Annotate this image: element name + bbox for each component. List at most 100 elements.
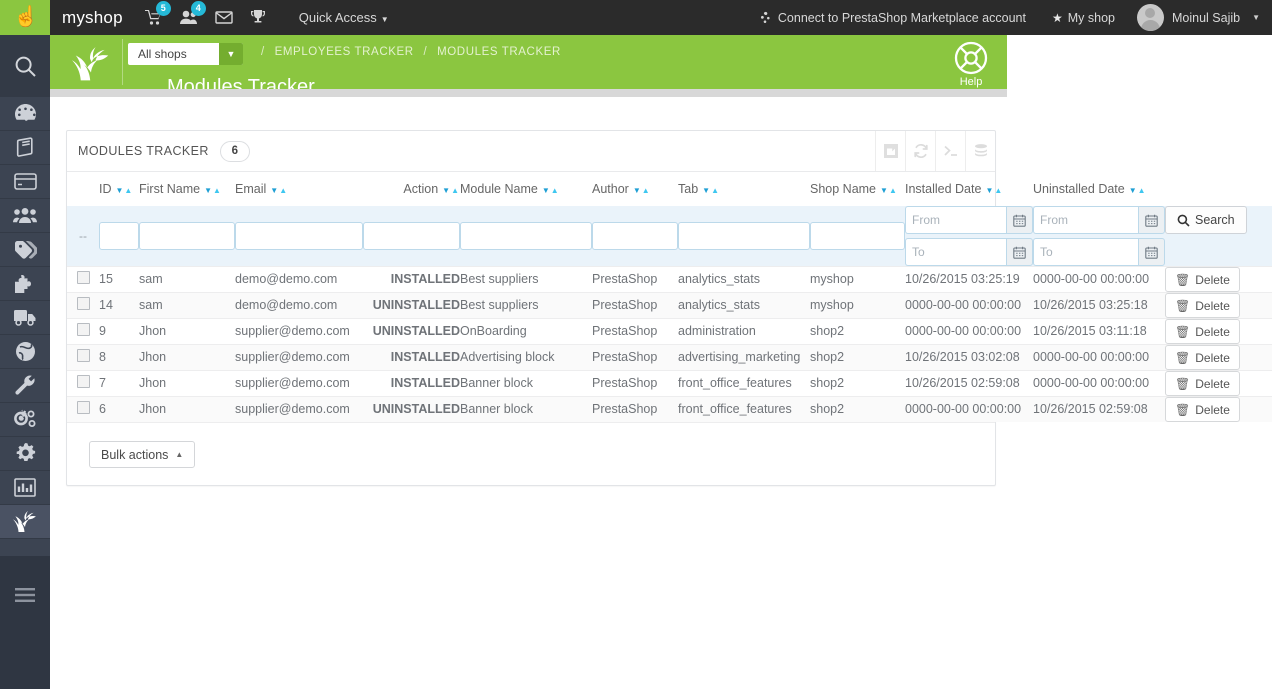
- filter-author-input[interactable]: [592, 222, 678, 250]
- row-checkbox[interactable]: [76, 374, 90, 388]
- table-row[interactable]: 7 Jhon supplier@demo.com INSTALLED Banne…: [67, 370, 1272, 397]
- sort-arrows-icon[interactable]: ▼▲: [204, 186, 222, 195]
- filter-uninstalled-to-input[interactable]: [1033, 238, 1138, 266]
- chevron-down-icon[interactable]: ▼: [219, 43, 243, 65]
- sidebar-item-shipping[interactable]: [0, 301, 50, 335]
- sidebar-search-button[interactable]: [0, 35, 50, 97]
- delete-button[interactable]: 🗑 Delete: [1165, 397, 1240, 422]
- delete-button-label: Delete: [1195, 376, 1230, 391]
- filter-action-input[interactable]: [363, 222, 460, 250]
- quick-access-menu[interactable]: Quick Access ▼: [299, 10, 389, 25]
- modules-tracker-panel: MODULES TRACKER 6 ID ▼▲ First Name ▼▲ Em…: [66, 130, 1272, 486]
- sidebar-item-customers[interactable]: [0, 199, 50, 233]
- table-row[interactable]: 6 Jhon supplier@demo.com UNINSTALLED Ban…: [67, 396, 1272, 422]
- panel-header: MODULES TRACKER 6: [67, 131, 995, 172]
- avatar: [1136, 4, 1164, 31]
- header-module-name[interactable]: Module Name ▼▲: [460, 172, 592, 206]
- filter-shop-name-input[interactable]: [810, 222, 905, 250]
- header-first-name[interactable]: First Name ▼▲: [139, 172, 235, 206]
- delete-button[interactable]: 🗑 Delete: [1165, 371, 1240, 396]
- sort-arrows-icon[interactable]: ▼▲: [542, 186, 560, 195]
- header-installed-date[interactable]: Installed Date ▼▲: [905, 172, 1033, 206]
- calendar-icon[interactable]: [1006, 206, 1033, 234]
- filter-module-name-input[interactable]: [460, 222, 592, 250]
- filter-email-input[interactable]: [235, 222, 363, 250]
- sidebar-item-preferences[interactable]: [0, 369, 50, 403]
- delete-button[interactable]: 🗑 Delete: [1165, 319, 1240, 344]
- filter-first-name-input[interactable]: [139, 222, 235, 250]
- table-row[interactable]: 8 Jhon supplier@demo.com INSTALLED Adver…: [67, 344, 1272, 371]
- help-button[interactable]: Help: [947, 41, 995, 88]
- database-stack-icon[interactable]: [965, 131, 995, 171]
- row-checkbox[interactable]: [76, 270, 90, 284]
- cell-installed-date: 0000-00-00 00:00:00: [905, 298, 1022, 313]
- calendar-icon[interactable]: [1138, 238, 1165, 266]
- bulk-actions-label: Bulk actions: [101, 447, 169, 462]
- cell-first-name: Jhon: [139, 376, 167, 391]
- table-row[interactable]: 9 Jhon supplier@demo.com UNINSTALLED OnB…: [67, 318, 1272, 345]
- calendar-icon[interactable]: [1006, 238, 1033, 266]
- sort-arrows-icon[interactable]: ▼▲: [633, 186, 651, 195]
- sort-arrows-icon[interactable]: ▼▲: [985, 186, 1003, 195]
- marketplace-connect-link[interactable]: Connect to PrestaShop Marketplace accoun…: [759, 11, 1026, 25]
- header-author[interactable]: Author ▼▲: [592, 172, 678, 206]
- export-share-icon[interactable]: [875, 131, 905, 171]
- sort-arrows-icon[interactable]: ▼▲: [702, 186, 720, 195]
- filter-tab-input[interactable]: [678, 222, 810, 250]
- header-id[interactable]: ID ▼▲: [99, 172, 139, 206]
- envelope-icon[interactable]: [215, 11, 233, 24]
- row-checkbox[interactable]: [76, 348, 90, 362]
- trophy-icon[interactable]: [250, 10, 265, 25]
- sidebar-item-orders[interactable]: [0, 165, 50, 199]
- sidebar-item-price-rules[interactable]: [0, 233, 50, 267]
- sidebar-item-administration[interactable]: [0, 437, 50, 471]
- row-checkbox[interactable]: [76, 400, 90, 414]
- sort-arrows-icon[interactable]: ▼▲: [116, 186, 134, 195]
- refresh-icon[interactable]: [905, 131, 935, 171]
- row-checkbox[interactable]: [76, 322, 90, 336]
- shop-name-label[interactable]: myshop: [62, 8, 123, 28]
- cart-badge: 5: [155, 1, 171, 16]
- header-uninstalled-date[interactable]: Uninstalled Date ▼▲: [1033, 172, 1165, 206]
- filter-installed-to-input[interactable]: [905, 238, 1006, 266]
- sort-arrows-icon[interactable]: ▼▲: [270, 186, 288, 195]
- customers-icon[interactable]: 4: [179, 1, 206, 25]
- header-email[interactable]: Email ▼▲: [235, 172, 363, 206]
- sidebar-item-tracker[interactable]: [0, 505, 50, 539]
- delete-button-label: Delete: [1195, 298, 1230, 313]
- star-icon: ★: [1051, 10, 1063, 25]
- row-checkbox[interactable]: [76, 296, 90, 310]
- sidebar-item-catalog[interactable]: [0, 131, 50, 165]
- sidebar-item-stats[interactable]: [0, 471, 50, 505]
- sort-arrows-icon[interactable]: ▼▲: [442, 186, 460, 195]
- filter-installed-from-input[interactable]: [905, 206, 1006, 234]
- filter-uninstalled-from-input[interactable]: [1033, 206, 1138, 234]
- sidebar-item-dashboard[interactable]: [0, 97, 50, 131]
- sidebar-item-modules[interactable]: [0, 267, 50, 301]
- cell-email: supplier@demo.com: [235, 350, 350, 365]
- delete-button[interactable]: 🗑 Delete: [1165, 267, 1240, 292]
- delete-button[interactable]: 🗑 Delete: [1165, 293, 1240, 318]
- delete-button[interactable]: 🗑 Delete: [1165, 345, 1240, 370]
- my-shop-link[interactable]: ★ My shop: [1052, 11, 1115, 25]
- table-row[interactable]: 15 sam demo@demo.com INSTALLED Best supp…: [67, 266, 1272, 293]
- shop-context-selector[interactable]: All shops ▼: [128, 43, 243, 65]
- cart-icon[interactable]: 5: [144, 1, 171, 25]
- sidebar-item-advanced-parameters[interactable]: [0, 403, 50, 437]
- sort-arrows-icon[interactable]: ▼▲: [1129, 186, 1147, 195]
- hamburger-menu-icon[interactable]: [0, 578, 50, 612]
- sidebar-item-localization[interactable]: [0, 335, 50, 369]
- filter-id-input[interactable]: [99, 222, 139, 250]
- sort-arrows-icon[interactable]: ▼▲: [880, 186, 898, 195]
- header-action[interactable]: Action ▼▲: [363, 172, 460, 206]
- employee-menu[interactable]: Moinul Sajib ▼: [1136, 4, 1260, 31]
- search-button[interactable]: Search: [1165, 206, 1247, 234]
- breadcrumb-item-employees-tracker[interactable]: EMPLOYEES TRACKER: [275, 46, 414, 58]
- calendar-icon[interactable]: [1138, 206, 1165, 234]
- table-row[interactable]: 14 sam demo@demo.com UNINSTALLED Best su…: [67, 292, 1272, 319]
- terminal-prompt-icon[interactable]: [935, 131, 965, 171]
- header-tab[interactable]: Tab ▼▲: [678, 172, 810, 206]
- header-shop-name[interactable]: Shop Name ▼▲: [810, 172, 905, 206]
- bulk-actions-button[interactable]: Bulk actions ▲: [89, 441, 196, 468]
- breadcrumb-item-modules-tracker[interactable]: MODULES TRACKER: [437, 46, 561, 58]
